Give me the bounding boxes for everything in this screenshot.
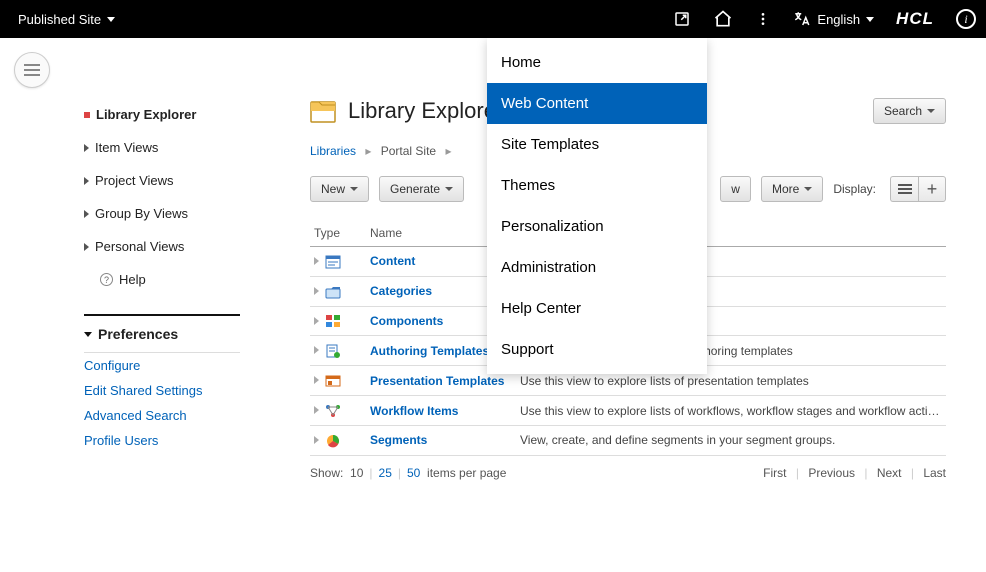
sidebar-item-label: Help	[119, 272, 146, 287]
pref-link-configure[interactable]: Configure	[84, 353, 240, 378]
dropdown-item-themes[interactable]: Themes	[487, 165, 707, 206]
sidebar-item-personal-views[interactable]: Personal Views	[84, 230, 240, 263]
preferences-label: Preferences	[98, 326, 178, 342]
more-button[interactable]: More	[761, 176, 823, 202]
pref-link-profile-users[interactable]: Profile Users	[84, 428, 240, 453]
auth-icon	[325, 344, 341, 358]
sidebar: Library Explorer Item Views Project Views G…	[0, 98, 280, 490]
dropdown-item-administration[interactable]: Administration	[487, 247, 707, 288]
active-marker-icon	[84, 112, 90, 118]
sidebar-item-label: Personal Views	[95, 239, 184, 254]
table-row: Workflow ItemsUse this view to explore l…	[310, 396, 946, 426]
launch-icon[interactable]	[673, 10, 691, 28]
sidebar-item-label: Item Views	[95, 140, 158, 155]
dropdown-item-home[interactable]: Home	[487, 42, 707, 83]
sidebar-item-help[interactable]: ? Help	[84, 263, 240, 296]
breadcrumb-current: Portal Site	[381, 144, 436, 158]
chevron-down-icon	[804, 187, 812, 191]
sidebar-item-item-views[interactable]: Item Views	[84, 131, 240, 164]
col-type: Type	[310, 220, 366, 247]
more-icon[interactable]	[755, 11, 771, 27]
chevron-right-icon: ▸	[365, 144, 371, 158]
language-label: English	[817, 12, 860, 27]
pager-next[interactable]: Next	[877, 466, 902, 480]
pager-last[interactable]: Last	[923, 466, 946, 480]
chevron-down-icon	[84, 332, 92, 337]
chevron-down-icon	[866, 17, 874, 22]
sidebar-item-label: Library Explorer	[96, 107, 196, 122]
display-list-button[interactable]	[890, 176, 918, 202]
chevron-right-icon	[84, 210, 89, 218]
pref-link-edit-shared-settings[interactable]: Edit Shared Settings	[84, 378, 240, 403]
pager: Show: 10 | 25 | 50 items per page First …	[310, 456, 946, 480]
new-button[interactable]: New	[310, 176, 369, 202]
hamburger-button[interactable]	[14, 52, 50, 88]
sidebar-item-project-views[interactable]: Project Views	[84, 164, 240, 197]
dropdown-item-web-content[interactable]: Web Content	[487, 83, 707, 124]
sidebar-item-label: Group By Views	[95, 206, 188, 221]
chevron-right-icon: ▸	[445, 144, 451, 158]
table-row: SegmentsView, create, and define segment…	[310, 425, 946, 455]
site-label: Published Site	[18, 12, 101, 27]
categories-icon	[325, 285, 341, 299]
show-label: Show:	[310, 466, 343, 480]
dropdown-item-support[interactable]: Support	[487, 329, 707, 370]
sidebar-item-label: Project Views	[95, 173, 174, 188]
expand-icon[interactable]	[314, 406, 319, 414]
sidebar-item-group-by-views[interactable]: Group By Views	[84, 197, 240, 230]
help-icon: ?	[100, 273, 113, 286]
pager-previous[interactable]: Previous	[808, 466, 855, 480]
nav-dropdown-menu: HomeWeb ContentSite TemplatesThemesPerso…	[487, 38, 707, 374]
chevron-down-icon	[107, 17, 115, 22]
dropdown-item-personalization[interactable]: Personalization	[487, 206, 707, 247]
expand-icon[interactable]	[314, 376, 319, 384]
library-icon	[310, 99, 336, 123]
pres-icon	[325, 374, 341, 388]
pref-link-advanced-search[interactable]: Advanced Search	[84, 403, 240, 428]
segments-icon	[325, 434, 341, 448]
row-name-link[interactable]: Segments	[366, 425, 516, 455]
display-label: Display:	[833, 182, 876, 196]
chevron-down-icon	[927, 109, 935, 113]
page-title: Library Explorer	[348, 98, 503, 124]
site-dropdown[interactable]: Published Site	[10, 12, 123, 27]
topbar: Published Site English HCL i	[0, 0, 986, 38]
chevron-right-icon	[84, 243, 89, 251]
expand-icon[interactable]	[314, 436, 319, 444]
search-button[interactable]: Search	[873, 98, 946, 124]
workflow-icon	[325, 404, 341, 418]
dropdown-item-site-templates[interactable]: Site Templates	[487, 124, 707, 165]
pager-first[interactable]: First	[763, 466, 786, 480]
chevron-right-icon	[84, 144, 89, 152]
expand-icon[interactable]	[314, 257, 319, 265]
pager-option[interactable]: 25	[379, 466, 392, 480]
row-name-link[interactable]: Workflow Items	[366, 396, 516, 426]
translate-icon	[793, 10, 811, 28]
dropdown-item-help-center[interactable]: Help Center	[487, 288, 707, 329]
row-description: Use this view to explore lists of workfl…	[516, 396, 946, 426]
row-description: View, create, and define segments in you…	[516, 425, 946, 455]
toolbar-button-partial[interactable]: w	[720, 176, 751, 202]
home-icon[interactable]	[713, 9, 733, 29]
chevron-down-icon	[350, 187, 358, 191]
expand-icon[interactable]	[314, 287, 319, 295]
chevron-down-icon	[445, 187, 453, 191]
sidebar-item-library-explorer[interactable]: Library Explorer	[84, 98, 240, 131]
breadcrumb-link[interactable]: Libraries	[310, 144, 356, 158]
brand-logo: HCL	[896, 9, 934, 29]
expand-icon[interactable]	[314, 317, 319, 325]
components-icon	[325, 314, 341, 328]
pager-option-current: 10	[350, 466, 363, 480]
pager-option[interactable]: 50	[407, 466, 420, 480]
expand-icon[interactable]	[314, 346, 319, 354]
preferences-header[interactable]: Preferences	[84, 316, 240, 353]
info-icon[interactable]: i	[956, 9, 976, 29]
language-selector[interactable]: English	[793, 10, 874, 28]
generate-button[interactable]: Generate	[379, 176, 464, 202]
topbar-icons: English HCL i	[673, 9, 976, 29]
content-icon	[325, 255, 341, 269]
per-page-label: items per page	[427, 466, 506, 480]
chevron-right-icon	[84, 177, 89, 185]
display-expand-button[interactable]: +	[918, 176, 946, 202]
